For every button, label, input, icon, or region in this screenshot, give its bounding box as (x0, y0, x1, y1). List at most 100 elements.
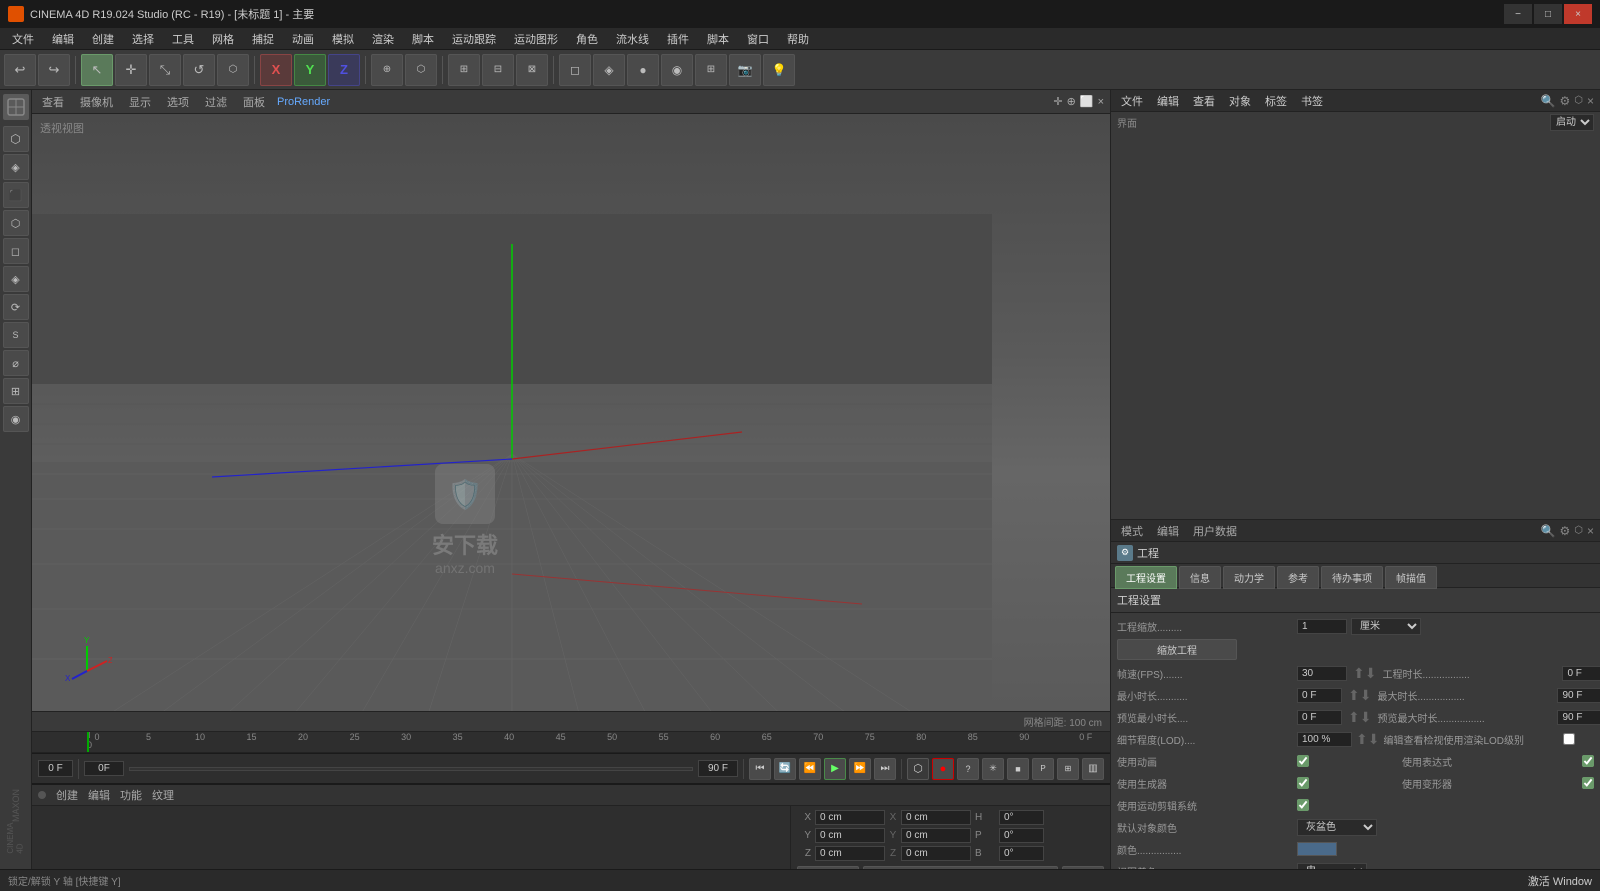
menu-create[interactable]: 创建 (84, 29, 122, 49)
use-generator-checkbox[interactable] (1297, 777, 1309, 789)
pose-btn[interactable]: P (1032, 758, 1054, 780)
obj-menu-view[interactable]: 查看 (1189, 91, 1219, 111)
x-pos-input[interactable] (815, 810, 885, 825)
light-mode-button[interactable]: 💡 (763, 54, 795, 86)
timeline-marker-btn[interactable]: ⊞ (1057, 758, 1079, 780)
sidebar-tool-1[interactable]: ⬡ (3, 126, 29, 152)
scale-project-button[interactable]: 缩放工程 (1117, 639, 1237, 660)
timeline-playhead[interactable] (87, 732, 89, 752)
props-subtab-todo[interactable]: 待办事项 (1321, 566, 1383, 589)
vp-tab-filter[interactable]: 过滤 (201, 92, 231, 112)
obj-menu-file[interactable]: 文件 (1117, 91, 1147, 111)
bottom-tab-create[interactable]: 创建 (52, 785, 82, 805)
perspective-mode-button[interactable]: ◻ (559, 54, 591, 86)
scale-tool-button[interactable]: ⤡ (149, 54, 181, 86)
vp-move-icon[interactable]: ✛ (1053, 95, 1062, 108)
world-axis-button[interactable]: ⊕ (371, 54, 403, 86)
sidebar-tool-9[interactable]: ⌀ (3, 350, 29, 376)
menu-render[interactable]: 渲染 (364, 29, 402, 49)
texture-mode-button[interactable]: ◈ (593, 54, 625, 86)
obj-close-icon[interactable]: × (1587, 94, 1594, 108)
menu-tools[interactable]: 工具 (164, 29, 202, 49)
preview-max-input[interactable] (1557, 710, 1600, 725)
lod-input[interactable] (1297, 732, 1352, 747)
object-axis-button[interactable]: ⬡ (405, 54, 437, 86)
bottom-tab-functions[interactable]: 功能 (116, 785, 146, 805)
vp-zoom-icon[interactable]: ⊕ (1067, 95, 1076, 108)
menu-simulate[interactable]: 模拟 (324, 29, 362, 49)
z-size-input[interactable] (901, 846, 971, 861)
sidebar-tool-7[interactable]: ⟳ (3, 294, 29, 320)
use-animation-checkbox[interactable] (1297, 755, 1309, 767)
render-region-button[interactable]: ⊞ (448, 54, 480, 86)
menu-character[interactable]: 角色 (568, 29, 606, 49)
y-axis-button[interactable]: Y (294, 54, 326, 86)
obj-menu-object[interactable]: 对象 (1225, 91, 1255, 111)
camera-mode-button[interactable]: 📷 (729, 54, 761, 86)
maximize-button[interactable]: □ (1534, 4, 1562, 24)
props-settings-icon[interactable]: ⚙ (1559, 524, 1570, 538)
playback-option-btn[interactable]: ▥ (1082, 758, 1104, 780)
sidebar-tool-4[interactable]: ⬡ (3, 210, 29, 236)
sidebar-tool-8[interactable]: S (3, 322, 29, 348)
y-size-input[interactable] (901, 828, 971, 843)
preview-min-input[interactable] (1297, 710, 1342, 725)
timeline-progress-bar[interactable] (129, 767, 693, 771)
bottom-tab-edit[interactable]: 编辑 (84, 785, 114, 805)
props-subtab-info[interactable]: 信息 (1179, 566, 1221, 589)
max-time-input[interactable] (1557, 688, 1600, 703)
step-back-button[interactable]: ⏪ (799, 758, 821, 780)
menu-file[interactable]: 文件 (4, 29, 42, 49)
obj-menu-bookmark[interactable]: 书签 (1297, 91, 1327, 111)
z-axis-button[interactable]: Z (328, 54, 360, 86)
mode-btn-1[interactable]: ⬡ (907, 758, 929, 780)
menu-plugin[interactable]: 插件 (659, 29, 697, 49)
fps-input[interactable] (1297, 666, 1347, 681)
props-panel-icon[interactable]: ⬡ (1574, 525, 1583, 536)
obj-menu-edit[interactable]: 编辑 (1153, 91, 1183, 111)
rotate-tool-button[interactable]: ↺ (183, 54, 215, 86)
object-tool-button[interactable]: ⬡ (217, 54, 249, 86)
sidebar-tool-6[interactable]: ◈ (3, 266, 29, 292)
h-rot-input[interactable] (999, 810, 1044, 825)
play-button[interactable]: ▶ (824, 758, 846, 780)
min-time-input[interactable] (1297, 688, 1342, 703)
render-button[interactable]: ⊟ (482, 54, 514, 86)
b-rot-input[interactable] (999, 846, 1044, 861)
vp-tab-options[interactable]: 选项 (163, 92, 193, 112)
step-forward-button[interactable]: ⏩ (849, 758, 871, 780)
vp-tab-display[interactable]: 显示 (125, 92, 155, 112)
props-menu-userdata[interactable]: 用户数据 (1189, 521, 1241, 541)
redo-button[interactable]: ↪ (38, 54, 70, 86)
sidebar-tool-11[interactable]: ◉ (3, 406, 29, 432)
bottom-tab-texture[interactable]: 纹理 (148, 785, 178, 805)
loop-button[interactable]: 🔄 (774, 758, 796, 780)
move-tool-button[interactable]: ✛ (115, 54, 147, 86)
close-button[interactable]: × (1564, 4, 1592, 24)
sidebar-tool-10[interactable]: ⊞ (3, 378, 29, 404)
motion-btn[interactable]: ✳ (982, 758, 1004, 780)
obj-menu-tag[interactable]: 标签 (1261, 91, 1291, 111)
menu-help[interactable]: 帮助 (779, 29, 817, 49)
x-axis-button[interactable]: X (260, 54, 292, 86)
undo-button[interactable]: ↩ (4, 54, 36, 86)
frame-input[interactable] (84, 761, 124, 776)
menu-select[interactable]: 选择 (124, 29, 162, 49)
z-pos-input[interactable] (815, 846, 885, 861)
menu-edit[interactable]: 编辑 (44, 29, 82, 49)
menu-script2[interactable]: 脚本 (699, 29, 737, 49)
scale-unit-select[interactable]: 厘米 米 毫米 (1351, 618, 1421, 635)
menu-script[interactable]: 脚本 (404, 29, 442, 49)
use-motion-checkbox[interactable] (1297, 799, 1309, 811)
record-button[interactable]: ● (932, 758, 954, 780)
props-subtab-frame[interactable]: 帧描值 (1385, 566, 1437, 589)
sidebar-tool-2[interactable]: ◈ (3, 154, 29, 180)
vp-close-icon[interactable]: × (1098, 96, 1104, 108)
sidebar-tool-5[interactable]: ◻ (3, 238, 29, 264)
timeline-ruler[interactable]: 0 0 5 10 15 20 25 30 35 40 45 50 55 (32, 731, 1110, 753)
use-deformer-checkbox[interactable] (1582, 777, 1594, 789)
autokey-button[interactable]: ? (957, 758, 979, 780)
props-subtab-dynamics[interactable]: 动力学 (1223, 566, 1275, 589)
props-menu-mode[interactable]: 模式 (1117, 521, 1147, 541)
keyframe-btn[interactable]: ■ (1007, 758, 1029, 780)
